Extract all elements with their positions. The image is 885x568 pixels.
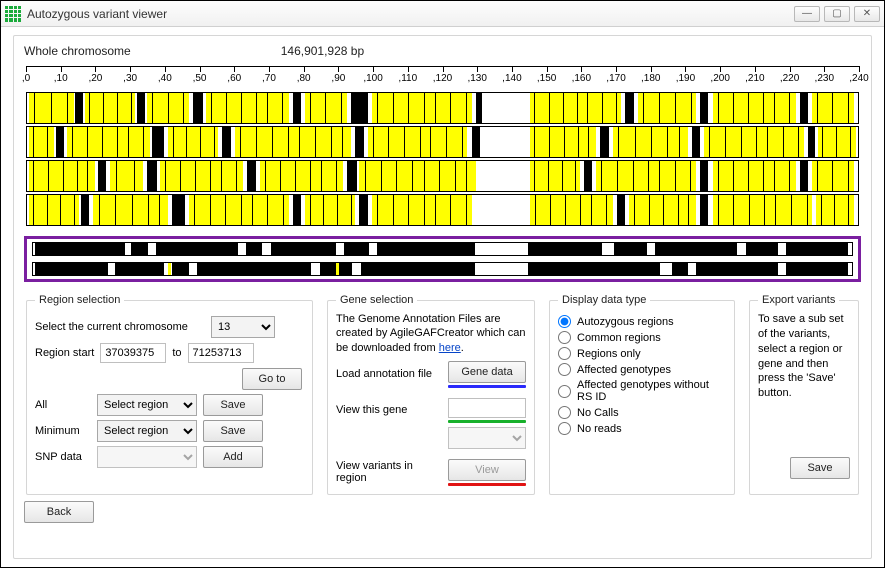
ruler-tick-label: ,180 xyxy=(641,73,660,84)
display-radio-label: Affected genotypes xyxy=(577,364,671,376)
ruler-tick-label: ,190 xyxy=(676,73,695,84)
minimum-region-select[interactable]: Select region xyxy=(97,420,197,442)
ruler-tick-label: ,10 xyxy=(54,73,68,84)
ruler-tick-label: ,210 xyxy=(745,73,764,84)
ruler-tick-label: ,70 xyxy=(262,73,276,84)
snp-data-select[interactable] xyxy=(97,446,197,468)
display-radio-label: Autozygous regions xyxy=(577,316,674,328)
ruler-tick-label: ,160 xyxy=(572,73,591,84)
display-legend: Display data type xyxy=(558,294,650,306)
ruler-tick-label: ,120 xyxy=(433,73,452,84)
titlebar: Autozygous variant viewer — ▢ ✕ xyxy=(1,1,884,27)
sample-track[interactable] xyxy=(26,126,859,158)
all-region-select[interactable]: Select region xyxy=(97,394,197,416)
view-gene-label: View this gene xyxy=(336,404,440,416)
ruler-tick-label: ,50 xyxy=(193,73,207,84)
summary-tracks[interactable] xyxy=(32,242,853,276)
ruler-tick-label: ,90 xyxy=(331,73,345,84)
display-radio-label: No reads xyxy=(577,423,622,435)
position-ruler: ,0,10,20,30,40,50,60,70,80,90,100,110,12… xyxy=(26,66,859,86)
display-radio-label: Common regions xyxy=(577,332,661,344)
save-all-button[interactable]: Save xyxy=(203,394,263,416)
app-icon xyxy=(5,6,21,22)
ruler-tick-label: ,200 xyxy=(710,73,729,84)
gene-data-button[interactable]: Gene data xyxy=(448,361,526,383)
ruler-tick-label: ,170 xyxy=(606,73,625,84)
ruler-tick-label: ,130 xyxy=(467,73,486,84)
window-title: Autozygous variant viewer xyxy=(27,7,167,21)
display-radio[interactable] xyxy=(558,363,571,376)
back-button[interactable]: Back xyxy=(24,501,94,523)
gene-description: The Genome Annotation Files are created … xyxy=(336,312,526,355)
display-radio[interactable] xyxy=(558,315,571,328)
save-minimum-button[interactable]: Save xyxy=(203,420,263,442)
ruler-tick-label: ,20 xyxy=(88,73,102,84)
chromosome-select-label: Select the current chromosome xyxy=(35,321,205,333)
view-gene-input[interactable] xyxy=(448,398,526,418)
display-radio[interactable] xyxy=(558,422,571,435)
display-radio[interactable] xyxy=(558,347,571,360)
close-button[interactable]: ✕ xyxy=(854,6,880,22)
gene-combo[interactable] xyxy=(448,427,526,449)
red-underline xyxy=(448,483,526,486)
region-end-input[interactable] xyxy=(188,343,254,363)
sample-tracks[interactable] xyxy=(26,92,859,226)
ruler-tick-label: ,220 xyxy=(780,73,799,84)
display-radio-label: Affected genotypes without RS ID xyxy=(577,379,726,403)
snp-data-label: SNP data xyxy=(35,451,91,463)
region-selection-panel: Region selection Select the current chro… xyxy=(26,294,313,495)
ruler-tick-label: ,0 xyxy=(22,73,30,84)
ruler-tick-label: ,30 xyxy=(123,73,137,84)
gene-selection-panel: Gene selection The Genome Annotation Fil… xyxy=(327,294,535,495)
summary-track[interactable] xyxy=(32,262,853,276)
view-variants-label: View variants in region xyxy=(336,460,440,484)
ruler-tick-label: ,150 xyxy=(537,73,556,84)
green-underline xyxy=(448,420,526,423)
sample-track[interactable] xyxy=(26,160,859,192)
region-start-input[interactable] xyxy=(100,343,166,363)
sample-track[interactable] xyxy=(26,92,859,124)
add-snp-button[interactable]: Add xyxy=(203,446,263,468)
region-start-label: Region start xyxy=(35,347,94,359)
display-radio[interactable] xyxy=(558,406,571,419)
ruler-tick-label: ,100 xyxy=(363,73,382,84)
blue-underline xyxy=(448,385,526,388)
minimize-button[interactable]: — xyxy=(794,6,820,22)
chromosome-label: Whole chromosome xyxy=(24,44,131,58)
main-panel: Whole chromosome 146,901,928 bp ,0 ,10 ,20… xyxy=(13,35,872,559)
ruler-tick-label: ,60 xyxy=(227,73,241,84)
display-radio-label: No Calls xyxy=(577,407,619,419)
ruler-tick-label: ,140 xyxy=(502,73,521,84)
ruler-tick-label: ,240 xyxy=(849,73,868,84)
display-radio-label: Regions only xyxy=(577,348,641,360)
region-legend: Region selection xyxy=(35,294,124,306)
ruler-tick-label: ,80 xyxy=(297,73,311,84)
gene-legend: Gene selection xyxy=(336,294,417,306)
selection-box[interactable] xyxy=(24,236,861,282)
region-to-label: to xyxy=(172,347,181,359)
export-save-button[interactable]: Save xyxy=(790,457,850,479)
chromosome-select[interactable]: 13 xyxy=(211,316,275,338)
export-panel: Export variants To save a sub set of the… xyxy=(749,294,859,495)
sample-track[interactable] xyxy=(26,194,859,226)
all-label: All xyxy=(35,399,91,411)
export-description: To save a sub set of the variants, selec… xyxy=(758,312,850,401)
load-annotation-label: Load annotation file xyxy=(336,368,440,380)
display-type-panel: Display data type Autozygous regions Comm… xyxy=(549,294,735,495)
minimum-label: Minimum xyxy=(35,425,91,437)
display-radio[interactable] xyxy=(558,331,571,344)
goto-button[interactable]: Go to xyxy=(242,368,302,390)
ruler-tick-label: ,230 xyxy=(815,73,834,84)
view-variants-button[interactable]: View xyxy=(448,459,526,481)
export-legend: Export variants xyxy=(758,294,839,306)
chromosome-length: 146,901,928 bp xyxy=(281,44,364,58)
summary-track[interactable] xyxy=(32,242,853,256)
maximize-button[interactable]: ▢ xyxy=(824,6,850,22)
display-radio[interactable] xyxy=(558,385,571,398)
ruler-tick-label: ,40 xyxy=(158,73,172,84)
ruler-tick-label: ,110 xyxy=(398,73,417,84)
download-link[interactable]: here xyxy=(439,342,461,354)
